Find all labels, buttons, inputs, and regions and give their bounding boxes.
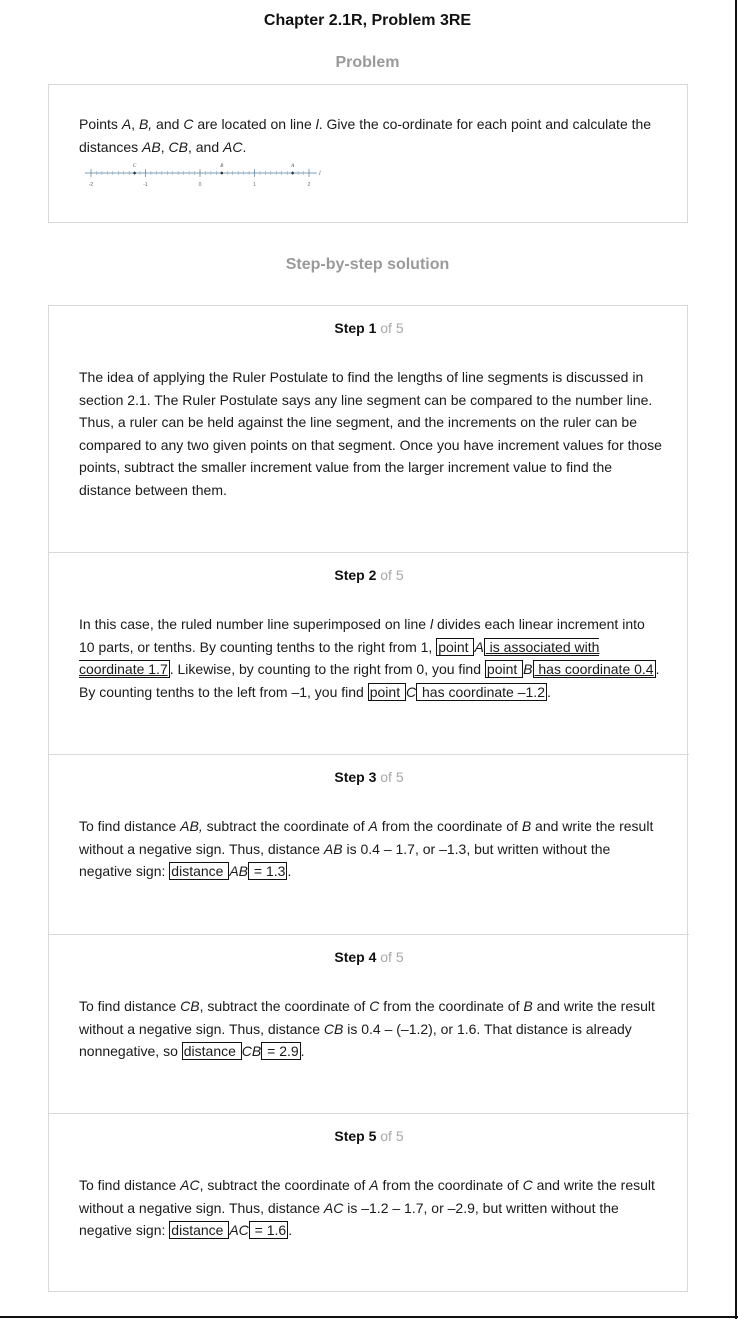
answer-box: = 1.3 [248, 862, 288, 880]
number-line-point-label: A [290, 164, 295, 169]
answer-box: = 2.9 [261, 1042, 301, 1060]
answer-box: distance [169, 1221, 230, 1239]
answer-box: distance [169, 862, 230, 880]
answer-box: point [367, 682, 406, 701]
answer-box: = 1.6 [248, 1221, 289, 1239]
problem-heading: Problem [335, 54, 400, 71]
number-line-point-label: C [133, 164, 137, 169]
step-4-text: To find distance CB, subtract the coordi… [79, 998, 655, 1060]
number-line-tick-label: 2 [308, 182, 311, 188]
number-line-label: l [319, 171, 321, 177]
answer-box: has coordinate 0.4 [532, 660, 656, 678]
number-line-tick-label: -1 [143, 182, 148, 188]
answer-box: has coordinate –1.2 [416, 682, 547, 701]
page-bottom-edge [0, 1316, 738, 1318]
number-line-point [291, 171, 294, 175]
step-2: Step 2 of 5 In this case, the ruled numb… [49, 553, 689, 755]
step-2-heading: Step 2 of 5 [334, 567, 404, 583]
step-3-heading: Step 3 of 5 [334, 769, 404, 785]
number-line-point [133, 171, 136, 175]
step-1: Step 1 of 5 The idea of applying the Rul… [49, 306, 689, 553]
step-3-text: To find distance AB, subtract the coordi… [79, 818, 654, 880]
step-1-text: The idea of applying the Ruler Postulate… [79, 369, 662, 498]
step-1-heading: Step 1 of 5 [334, 320, 404, 336]
page-right-edge [735, 0, 737, 1319]
step-4-heading: Step 4 of 5 [334, 949, 404, 965]
problem-box: Points A, B, and C are located on line l… [48, 84, 688, 223]
step-4: Step 4 of 5 To find distance CB, subtrac… [49, 935, 689, 1114]
number-line-figure: -2 -1 0 1 2 C B A l [85, 164, 321, 188]
solution-heading: Step-by-step solution [285, 256, 450, 273]
problem-statement: Points A, B, and C are located on line l… [79, 116, 652, 155]
answer-box: point [436, 637, 475, 656]
page-title: Chapter 2.1R, Problem 3RE [263, 12, 472, 29]
number-line-tick-labels: -2 -1 0 1 2 [89, 182, 311, 188]
answer-box: point [484, 660, 524, 678]
answer-box: distance [181, 1042, 242, 1060]
step-5: Step 5 of 5 To find distance AC, subtrac… [49, 1114, 689, 1293]
number-line-tick-label: -2 [89, 182, 94, 188]
step-2-text: In this case, the ruled number line supe… [79, 616, 660, 701]
number-line-tick-label: 1 [253, 182, 256, 188]
step-5-text: To find distance AC, subtract the coordi… [79, 1177, 655, 1239]
solution-box: Step 1 of 5 The idea of applying the Rul… [48, 305, 689, 1293]
number-line-point [220, 171, 224, 175]
step-3: Step 3 of 5 To find distance AB, subtrac… [49, 755, 689, 935]
number-line-point-label: B [220, 164, 223, 169]
number-line-tick-label: 0 [199, 182, 202, 188]
step-5-heading: Step 5 of 5 [334, 1128, 404, 1144]
